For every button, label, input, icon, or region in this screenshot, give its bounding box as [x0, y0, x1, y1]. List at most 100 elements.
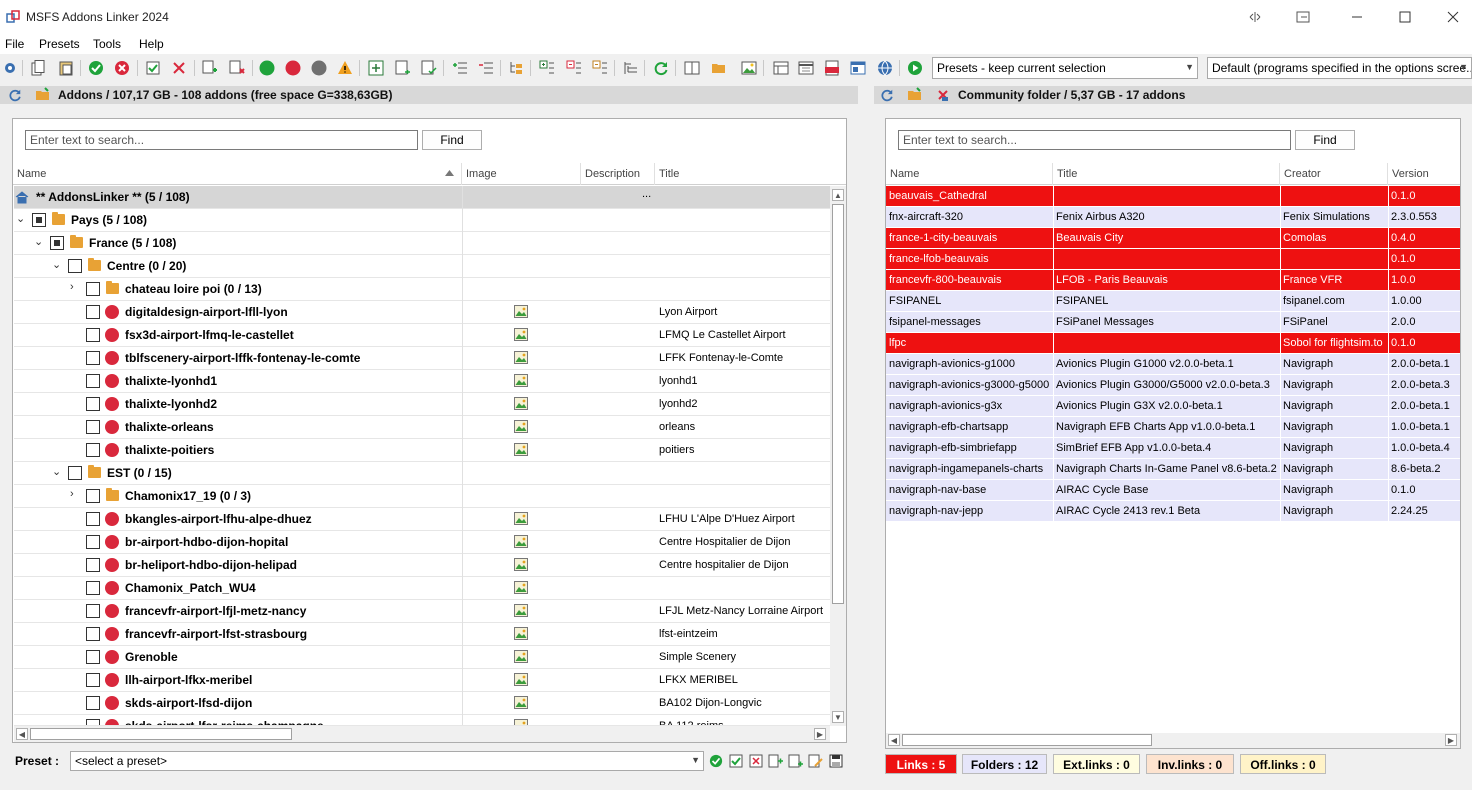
addon-row[interactable]: skds-airport-lfsr-reims-champagne BA 112 … [14, 715, 830, 726]
image-thumbnail-icon[interactable] [514, 443, 528, 456]
addon-checkbox[interactable] [86, 420, 100, 434]
image-thumbnail-icon[interactable] [514, 397, 528, 410]
copy-icon[interactable] [29, 59, 47, 77]
addon-checkbox[interactable] [86, 397, 100, 411]
addon-row[interactable]: thalixte-lyonhd2 lyonhd2 [14, 393, 830, 416]
calendar-icon[interactable] [797, 59, 815, 77]
program-combo[interactable]: Default (programs specified in the optio… [1207, 57, 1472, 79]
folder-checkbox[interactable] [32, 213, 46, 227]
outline-icon[interactable] [622, 59, 640, 77]
left-horizontal-scroll-thumb[interactable] [30, 728, 292, 740]
addon-checkbox[interactable] [86, 558, 100, 572]
column-name[interactable]: Name [13, 163, 462, 185]
scroll-right-icon[interactable]: ▶ [1445, 734, 1457, 746]
addon-row[interactable]: Chamonix_Patch_WU4 [14, 577, 830, 600]
refresh-icon[interactable] [880, 88, 894, 102]
right-find-button[interactable]: Find [1295, 130, 1355, 150]
image-thumbnail-icon[interactable] [514, 604, 528, 617]
maximize-icon[interactable] [1382, 0, 1428, 34]
addon-row[interactable]: thalixte-lyonhd1 lyonhd1 [14, 370, 830, 393]
check-all-icon[interactable] [144, 59, 162, 77]
new-preset-icon[interactable] [787, 752, 805, 770]
globe-icon[interactable] [876, 59, 894, 77]
right-horizontal-scroll-thumb[interactable] [902, 734, 1152, 746]
open-folder-icon[interactable] [907, 87, 923, 102]
addon-checkbox[interactable] [86, 512, 100, 526]
community-row[interactable]: france-lfob-beauvais 0.1.0 [886, 249, 1460, 270]
warning-icon[interactable] [336, 59, 354, 77]
grey-filter-icon[interactable] [310, 59, 328, 77]
addon-row[interactable]: francevfr-airport-lfjl-metz-nancy LFJL Me… [14, 600, 830, 623]
column-image[interactable]: Image [462, 163, 581, 185]
save-preset-icon[interactable] [827, 752, 845, 770]
indent-add-icon[interactable] [451, 59, 469, 77]
folder-checkbox[interactable] [86, 282, 100, 296]
image-thumbnail-icon[interactable] [514, 650, 528, 663]
tree-collapse-icon[interactable] [565, 59, 583, 77]
expand-all-icon[interactable] [367, 59, 385, 77]
community-row[interactable]: lfpc Sobol for flightsim.to 0.1.0 [886, 333, 1460, 354]
window-icon[interactable] [849, 59, 867, 77]
community-row[interactable]: navigraph-efb-simbriefapp SimBrief EFB Ap… [886, 438, 1460, 459]
refresh-icon[interactable] [8, 88, 22, 102]
left-vertical-scroll-thumb[interactable] [832, 204, 844, 604]
green-filter-icon[interactable] [258, 59, 276, 77]
delete-preset-icon[interactable] [747, 752, 765, 770]
addon-checkbox[interactable] [86, 650, 100, 664]
edit-preset-icon[interactable] [807, 752, 825, 770]
addon-row[interactable]: br-heliport-hdbo-dijon-helipad Centre hos… [14, 554, 830, 577]
restore-dock-icon[interactable] [1232, 0, 1278, 34]
chevron-down-icon[interactable]: ⌄ [16, 212, 25, 225]
splitter[interactable] [860, 84, 872, 788]
scroll-left-icon[interactable]: ◀ [888, 734, 900, 746]
hierarchy-icon[interactable] [508, 59, 526, 77]
split-view-icon[interactable] [683, 59, 701, 77]
addon-row[interactable]: digitaldesign-airport-lfll-lyon Lyon Airp… [14, 301, 830, 324]
check-preset-icon[interactable] [727, 752, 745, 770]
addon-checkbox[interactable] [86, 443, 100, 457]
community-row[interactable]: francevfr-800-beauvais LFOB - Paris Beauv… [886, 270, 1460, 291]
community-row[interactable]: navigraph-ingamepanels-charts Navigraph C… [886, 459, 1460, 480]
addon-row[interactable]: tblfscenery-airport-lffk-fontenay-le-com… [14, 347, 830, 370]
addon-checkbox[interactable] [86, 719, 100, 725]
tree-toggle-icon[interactable] [591, 59, 609, 77]
image-thumbnail-icon[interactable] [514, 305, 528, 318]
paste-icon[interactable] [57, 59, 75, 77]
column-name[interactable]: Name [886, 163, 1053, 185]
column-description[interactable]: Description [581, 163, 655, 185]
left-find-button[interactable]: Find [422, 130, 482, 150]
menu-presets[interactable]: Presets [39, 37, 80, 51]
image-thumbnail-icon[interactable] [514, 719, 528, 726]
addon-checkbox[interactable] [86, 535, 100, 549]
community-row[interactable]: navigraph-avionics-g1000 Avionics Plugin … [886, 354, 1460, 375]
new-item-icon[interactable] [394, 59, 412, 77]
remove-links-icon[interactable] [936, 88, 950, 102]
image-thumbnail-icon[interactable] [514, 696, 528, 709]
tree-expand-icon[interactable] [538, 59, 556, 77]
addon-checkbox[interactable] [86, 351, 100, 365]
pdf-icon[interactable] [823, 59, 841, 77]
community-row[interactable]: fsipanel-messages FSiPanel Messages FSiPan… [886, 312, 1460, 333]
tree-root-row[interactable]: ** AddonsLinker ** (5 / 108)... [14, 186, 830, 209]
run-play-icon[interactable] [906, 59, 924, 77]
uncheck-all-icon[interactable] [170, 59, 188, 77]
addon-checkbox[interactable] [86, 604, 100, 618]
addon-row[interactable]: skds-airport-lfsd-dijon BA102 Dijon-Longv… [14, 692, 830, 715]
validate-item-icon[interactable] [420, 59, 438, 77]
menu-file[interactable]: File [5, 37, 24, 51]
close-icon[interactable] [1430, 0, 1472, 34]
image-thumbnail-icon[interactable] [514, 535, 528, 548]
settings-gear-icon[interactable] [1, 59, 19, 77]
scroll-down-icon[interactable]: ▼ [832, 711, 844, 723]
folder-row[interactable]: ⌄ Pays (5 / 108) [14, 209, 830, 232]
left-search-input[interactable]: Enter text to search... [25, 130, 418, 150]
ellipsis-button[interactable]: ... [642, 188, 651, 200]
community-row[interactable]: fnx-aircraft-320 Fenix Airbus A320 Fenix S… [886, 207, 1460, 228]
addon-checkbox[interactable] [86, 305, 100, 319]
community-row[interactable]: navigraph-nav-base AIRAC Cycle Base Navigr… [886, 480, 1460, 501]
remove-addon-icon[interactable] [228, 59, 246, 77]
folder-row[interactable]: › chateau loire poi (0 / 13) [14, 278, 830, 301]
community-row[interactable]: navigraph-efb-chartsapp Navigraph EFB Cha… [886, 417, 1460, 438]
folder-row[interactable]: › Chamonix17_19 (0 / 3) [14, 485, 830, 508]
image-thumbnail-icon[interactable] [514, 351, 528, 364]
